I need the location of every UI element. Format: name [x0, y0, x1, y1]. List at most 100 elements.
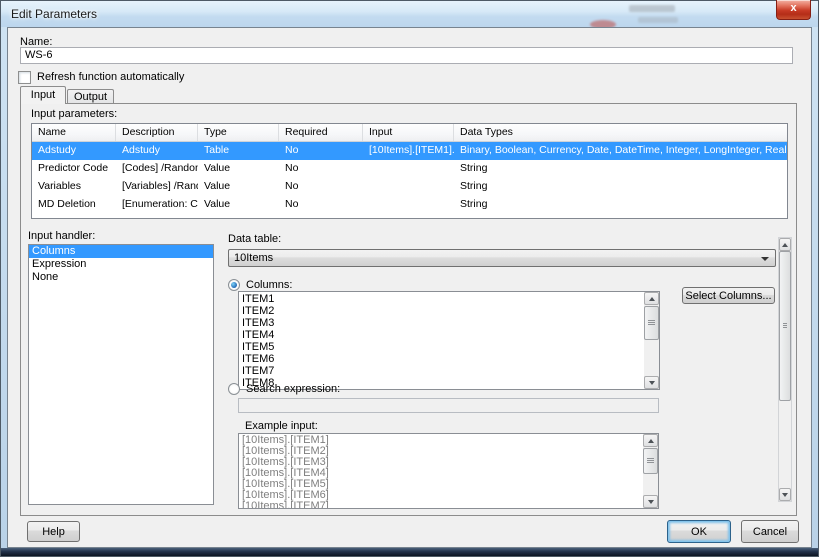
titlebar-ghost-text [638, 17, 678, 23]
list-item[interactable]: Expression [29, 258, 213, 271]
scrollbar-thumb[interactable] [779, 251, 791, 401]
arrow-down-icon [648, 500, 654, 504]
scroll-down-button[interactable] [779, 488, 791, 501]
table-row[interactable]: MD Deletion[Enumeration: Ca...ValueNo Str… [32, 196, 787, 214]
table-cell-input [363, 178, 454, 196]
cancel-button[interactable]: Cancel [741, 520, 799, 543]
table-cell-type: Table [198, 142, 279, 160]
table-body: AdstudyAdstudyTableNo[10Items].[ITEM1]..… [32, 142, 787, 214]
arrow-up-icon [648, 439, 654, 443]
list-item[interactable]: ITEM7 [239, 365, 643, 377]
select-columns-button[interactable]: Select Columns... [682, 287, 775, 304]
arrow-up-icon [782, 243, 788, 247]
input-parameters-label: Input parameters: [31, 108, 117, 120]
close-icon: x [790, 2, 796, 14]
example-input-listbox[interactable]: [10Items].[ITEM1][10Items].[ITEM2][10Ite… [238, 433, 659, 509]
list-item[interactable]: ITEM3 [239, 317, 643, 329]
refresh-checkbox[interactable] [18, 71, 31, 84]
arrow-up-icon [649, 297, 655, 301]
search-expression-radio-label: Search expression: [246, 383, 340, 395]
input-parameters-table[interactable]: Name Description Type Required Input Dat… [31, 123, 788, 219]
table-cell-data_types: String [454, 160, 787, 178]
list-item[interactable]: None [29, 271, 213, 284]
example-list-scrollbar[interactable] [643, 434, 658, 508]
table-row[interactable]: Predictor Code[Codes] /Random...ValueNo S… [32, 160, 787, 178]
arrow-down-icon [782, 493, 788, 497]
table-cell-input [363, 160, 454, 178]
table-cell-input [363, 196, 454, 214]
table-cell-data_types: String [454, 178, 787, 196]
scrollbar-thumb[interactable] [643, 448, 658, 474]
columns-list-scrollbar[interactable] [644, 292, 659, 389]
example-input-label: Example input: [245, 420, 318, 432]
table-cell-name: MD Deletion [32, 196, 116, 214]
columns-radio-label: Columns: [246, 279, 292, 291]
help-button[interactable]: Help [27, 521, 80, 542]
table-cell-description: [Variables] /Rand... [116, 178, 198, 196]
data-table-combobox[interactable]: 10Items [228, 249, 776, 267]
arrow-down-icon [649, 381, 655, 385]
table-cell-type: Value [198, 196, 279, 214]
column-header-data-types[interactable]: Data Types [454, 124, 787, 141]
list-item[interactable]: ITEM6 [239, 353, 643, 365]
list-item[interactable]: ITEM1 [239, 293, 643, 305]
ok-button[interactable]: OK [667, 520, 731, 543]
table-cell-name: Adstudy [32, 142, 116, 160]
tab-output[interactable]: Output [67, 89, 114, 104]
column-header-type[interactable]: Type [198, 124, 279, 141]
table-cell-name: Predictor Code [32, 160, 116, 178]
list-item: [10Items].[ITEM7] [239, 501, 642, 509]
refresh-checkbox-label: Refresh function automatically [37, 71, 184, 83]
table-cell-description: [Codes] /Random... [116, 160, 198, 178]
column-header-required[interactable]: Required [279, 124, 363, 141]
titlebar-ghost-text [629, 5, 675, 12]
scrollbar-thumb[interactable] [644, 306, 659, 340]
name-input-value: WS-6 [25, 49, 53, 61]
table-cell-data_types: Binary, Boolean, Currency, Date, DateTim… [454, 142, 787, 160]
table-cell-input: [10Items].[ITEM1]... [363, 142, 454, 160]
panel-scrollbar[interactable] [778, 237, 792, 502]
column-header-name[interactable]: Name [32, 124, 116, 141]
columns-listbox[interactable]: ITEM1ITEM2ITEM3ITEM4ITEM5ITEM6ITEM7ITEM8 [238, 291, 660, 390]
data-table-selected-value: 10Items [234, 252, 273, 264]
list-item[interactable]: ITEM4 [239, 329, 643, 341]
close-button[interactable]: x [776, 0, 811, 20]
thumb-grip-icon [648, 320, 655, 325]
columns-radio[interactable] [228, 279, 240, 291]
search-expression-radio[interactable] [228, 383, 240, 395]
table-cell-description: [Enumeration: Ca... [116, 196, 198, 214]
table-cell-data_types: String [454, 196, 787, 214]
scroll-up-button[interactable] [644, 292, 659, 305]
scroll-up-button[interactable] [643, 434, 658, 447]
chevron-down-icon [761, 257, 769, 261]
window-bottom-frame [1, 548, 818, 556]
edit-parameters-dialog: Edit Parameters x Name: WS-6 Refresh fun… [0, 0, 819, 557]
input-handler-listbox[interactable]: ColumnsExpressionNone [28, 244, 214, 505]
tab-input[interactable]: Input [20, 86, 66, 104]
input-handler-label: Input handler: [28, 230, 95, 242]
column-header-description[interactable]: Description [116, 124, 198, 141]
table-cell-required: No [279, 178, 363, 196]
table-row[interactable]: Variables[Variables] /Rand...ValueNoStri… [32, 178, 787, 196]
list-item[interactable]: ITEM2 [239, 305, 643, 317]
table-cell-required: No [279, 142, 363, 160]
scroll-down-button[interactable] [643, 495, 658, 508]
table-header-row[interactable]: Name Description Type Required Input Dat… [32, 124, 787, 142]
list-item[interactable]: ITEM5 [239, 341, 643, 353]
table-cell-required: No [279, 196, 363, 214]
window-title: Edit Parameters [11, 7, 97, 21]
name-input[interactable]: WS-6 [20, 47, 793, 64]
table-cell-required: No [279, 160, 363, 178]
column-header-input[interactable]: Input [363, 124, 454, 141]
scroll-down-button[interactable] [644, 376, 659, 389]
search-expression-input[interactable] [238, 398, 659, 413]
thumb-grip-icon [647, 458, 654, 463]
list-item[interactable]: Columns [29, 245, 213, 258]
data-table-label: Data table: [228, 233, 281, 245]
table-row[interactable]: AdstudyAdstudyTableNo[10Items].[ITEM1]..… [32, 142, 787, 160]
scroll-up-button[interactable] [779, 238, 791, 251]
table-cell-description: Adstudy [116, 142, 198, 160]
table-cell-name: Variables [32, 178, 116, 196]
table-cell-type: Value [198, 160, 279, 178]
titlebar[interactable] [1, 1, 818, 27]
